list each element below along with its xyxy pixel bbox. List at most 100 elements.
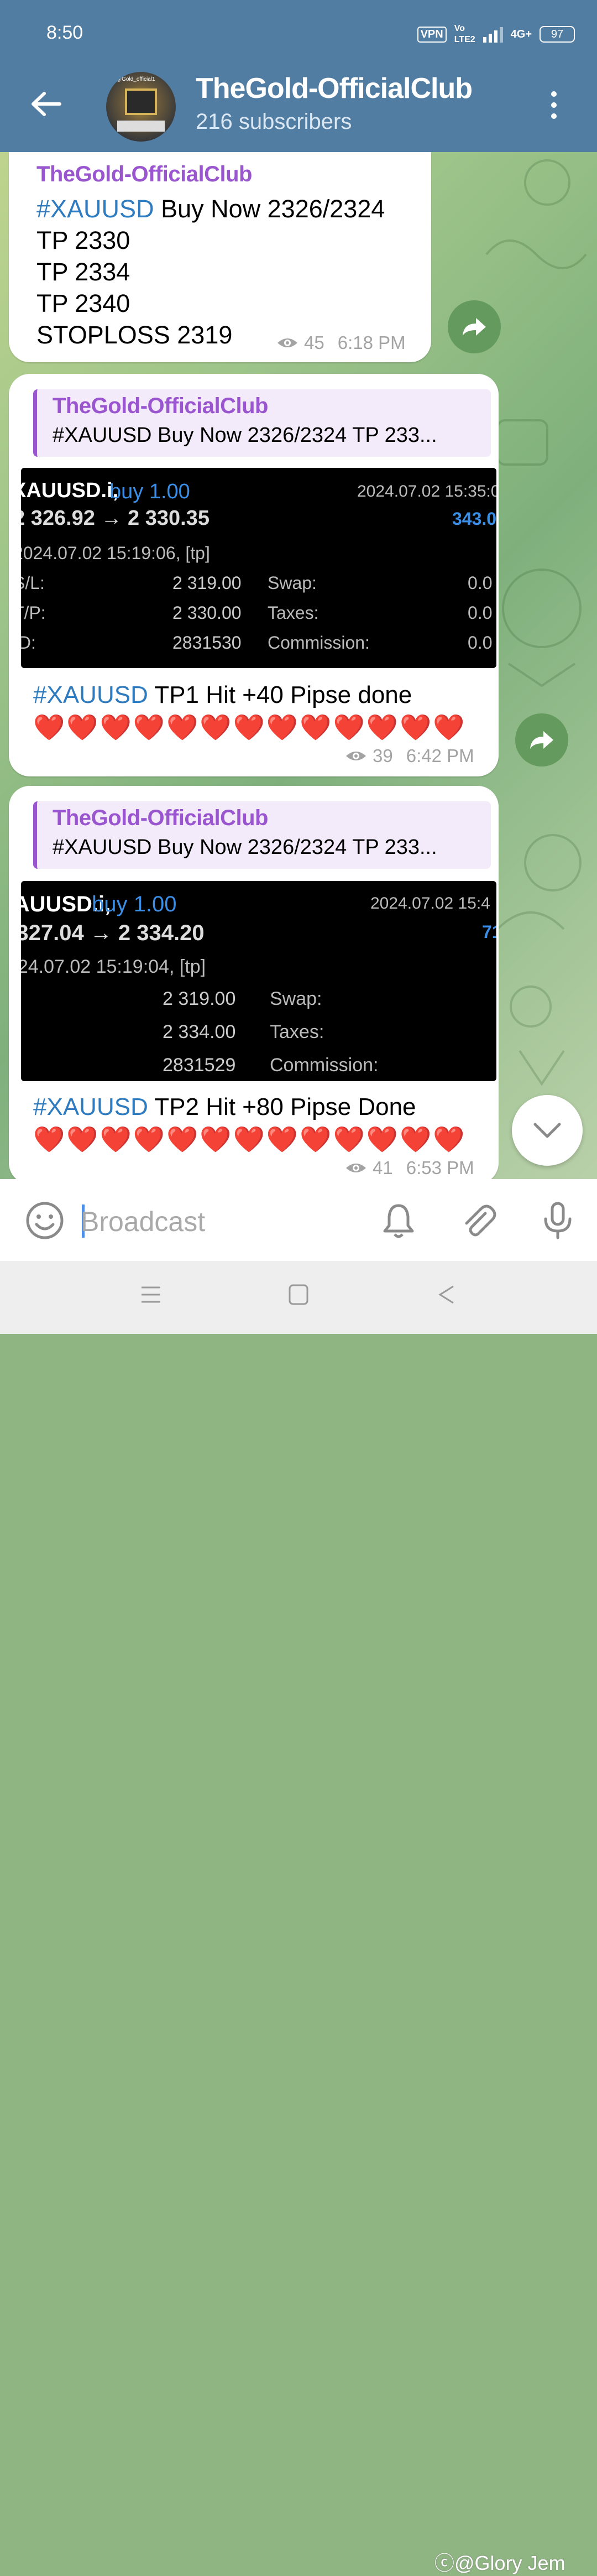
reply-sender: TheGold-OfficialClub [53,806,268,830]
scroll-to-bottom-button[interactable] [512,1095,583,1166]
avatar-logo-frame [125,88,157,115]
reply-quote[interactable]: TheGold-OfficialClub #XAUUSD Buy Now 232… [33,801,491,869]
trade-value: 2 334.00 [163,1021,236,1042]
message-input-bar: Broadcast [0,1179,597,1261]
heart-emojis: ❤️❤️❤️❤️❤️❤️❤️❤️❤️❤️❤️❤️❤️ [33,1125,467,1154]
chat-header: 8:50 VPN Vo LTE2 4G+ 97 @Gold_official1 T… [0,0,597,152]
share-arrow-icon [530,731,553,749]
message-bubble[interactable]: TheGold-OfficialClub #XAUUSD Buy Now 232… [9,786,499,1184]
views-eye-icon [346,1164,366,1172]
trade-side: buy 1.00 [109,480,190,503]
avatar-desk [117,121,165,132]
message-text: #XAUUSD Buy Now 2326/2324 TP 2330 TP 233… [36,193,385,351]
trade-price: 2 326.92 → 2 330.35 [21,507,210,530]
reply-quote[interactable]: TheGold-OfficialClub #XAUUSD Buy Now 232… [33,389,491,457]
status-bar: 8:50 VPN Vo LTE2 4G+ 97 [46,22,575,46]
bell-icon[interactable] [379,1201,418,1240]
battery-level: 97 [551,28,564,40]
message-meta: 45 6:18 PM [276,332,406,353]
caption-text: TP2 Hit +80 Pipse Done [148,1093,416,1120]
trade-label: ID: [21,633,36,653]
status-icons: VPN Vo LTE2 4G+ 97 [417,23,575,45]
system-nav-bar: ⓒ@Glory Jem [0,1261,597,2574]
avatar-caption: @Gold_official1 [116,76,155,82]
message-caption: #XAUUSD TP1 Hit +40 Pipse done [33,681,412,709]
attachment-icon[interactable] [459,1201,498,1240]
trade-value: 2 319.00 [172,573,242,593]
vpn-icon: VPN [417,26,447,43]
home-nav-icon[interactable] [287,1283,310,1306]
message-time: 6:18 PM [337,332,406,353]
trade-value: 2 330.00 [172,603,242,623]
heart-emojis: ❤️❤️❤️❤️❤️❤️❤️❤️❤️❤️❤️❤️❤️ [33,713,467,742]
channel-title[interactable]: TheGold-OfficialClub [196,72,473,105]
trade-key-value: 0.0 [468,573,493,593]
reply-sender: TheGold-OfficialClub [53,394,268,418]
trade-profit: 71 [482,922,496,942]
trade-key: Swap: [268,573,317,593]
trade-value: 2831530 [172,633,242,653]
signal-icon [483,27,503,43]
message-time: 6:53 PM [406,1157,474,1178]
views-eye-icon [277,338,297,347]
trade-key-value: 0.0 [468,603,493,623]
volte-icon: Vo LTE2 [454,24,475,44]
trade-label: S/L: [21,573,45,593]
watermark: ⓒ@Glory Jem [434,2552,565,2574]
view-count: 45 [304,332,324,353]
broadcast-input[interactable]: Broadcast [81,1206,205,1238]
chevron-down-icon [533,1123,561,1138]
more-options-icon[interactable] [549,91,558,120]
forward-button[interactable] [448,300,501,353]
message-time: 6:42 PM [406,745,474,766]
trade-key-value: 0.0 [468,633,493,653]
trade-side: buy 1.00 [92,892,177,916]
trade-open-time: 2024.07.02 15:19:06, [tp] [21,543,210,563]
trade-value: 2831529 [163,1055,236,1076]
menu-nav-icon[interactable] [139,1283,163,1306]
message-line: TP 2334 [36,258,130,286]
reply-text: #XAUUSD Buy Now 2326/2324 TP 233... [53,424,437,447]
back-nav-icon[interactable] [436,1283,458,1306]
trade-key: Commission: [270,1055,379,1076]
message-bubble[interactable]: TheGold-OfficialClub #XAUUSD Buy Now 232… [9,152,431,362]
message-line: TP 2340 [36,289,130,317]
emoji-icon[interactable] [25,1201,64,1240]
message-meta: 41 6:53 PM [345,1157,474,1179]
views-eye-icon [346,752,366,760]
forward-button[interactable] [515,713,568,766]
share-arrow-icon [463,318,486,336]
message-line: TP 2330 [36,226,130,254]
trade-date: 2024.07.02 15:35:0 [357,482,496,500]
network-4g-icon: 4G+ [510,28,532,40]
trade-key: Swap: [270,988,322,1009]
hashtag-link[interactable]: #XAUUSD [33,1093,148,1120]
trade-price: 2 327.04 → 2 334.20 [21,921,205,945]
message-caption: #XAUUSD TP2 Hit +80 Pipse Done [33,1093,416,1121]
message-meta: 39 6:42 PM [345,745,474,766]
trade-open-time: 2024.07.02 15:19:04, [tp] [21,956,206,977]
channel-avatar[interactable]: @Gold_official1 [106,72,176,142]
message-line: STOPLOSS 2319 [36,321,233,349]
view-count: 41 [373,1157,393,1178]
trade-key: Taxes: [270,1021,324,1042]
trade-screenshot[interactable]: XAUUSD.i, buy 1.00 2024.07.02 15:4 2 327… [21,881,496,1081]
trade-date: 2024.07.02 15:4 [370,894,490,912]
message-bubble[interactable]: TheGold-OfficialClub #XAUUSD Buy Now 232… [9,374,499,776]
trade-value: 2 319.00 [163,988,236,1009]
battery-icon: 97 [540,26,575,43]
subscriber-count: 216 subscribers [196,109,352,134]
caption-text: TP1 Hit +40 Pipse done [148,681,412,708]
trade-screenshot[interactable]: XAUUSD.i, buy 1.00 2024.07.02 15:35:0 2 … [21,468,496,668]
back-arrow-icon[interactable] [29,90,62,118]
hashtag-link[interactable]: #XAUUSD [36,195,154,223]
message-line: Buy Now 2326/2324 [154,195,385,223]
trade-key: Taxes: [268,603,319,623]
trade-key: Commission: [268,633,370,653]
trade-label: T/P: [21,603,46,623]
message-sender: TheGold-OfficialClub [36,162,252,186]
microphone-icon[interactable] [538,1201,577,1240]
trade-profit: 343.0 [452,509,496,529]
hashtag-link[interactable]: #XAUUSD [33,681,148,708]
reply-text: #XAUUSD Buy Now 2326/2324 TP 233... [53,836,437,859]
